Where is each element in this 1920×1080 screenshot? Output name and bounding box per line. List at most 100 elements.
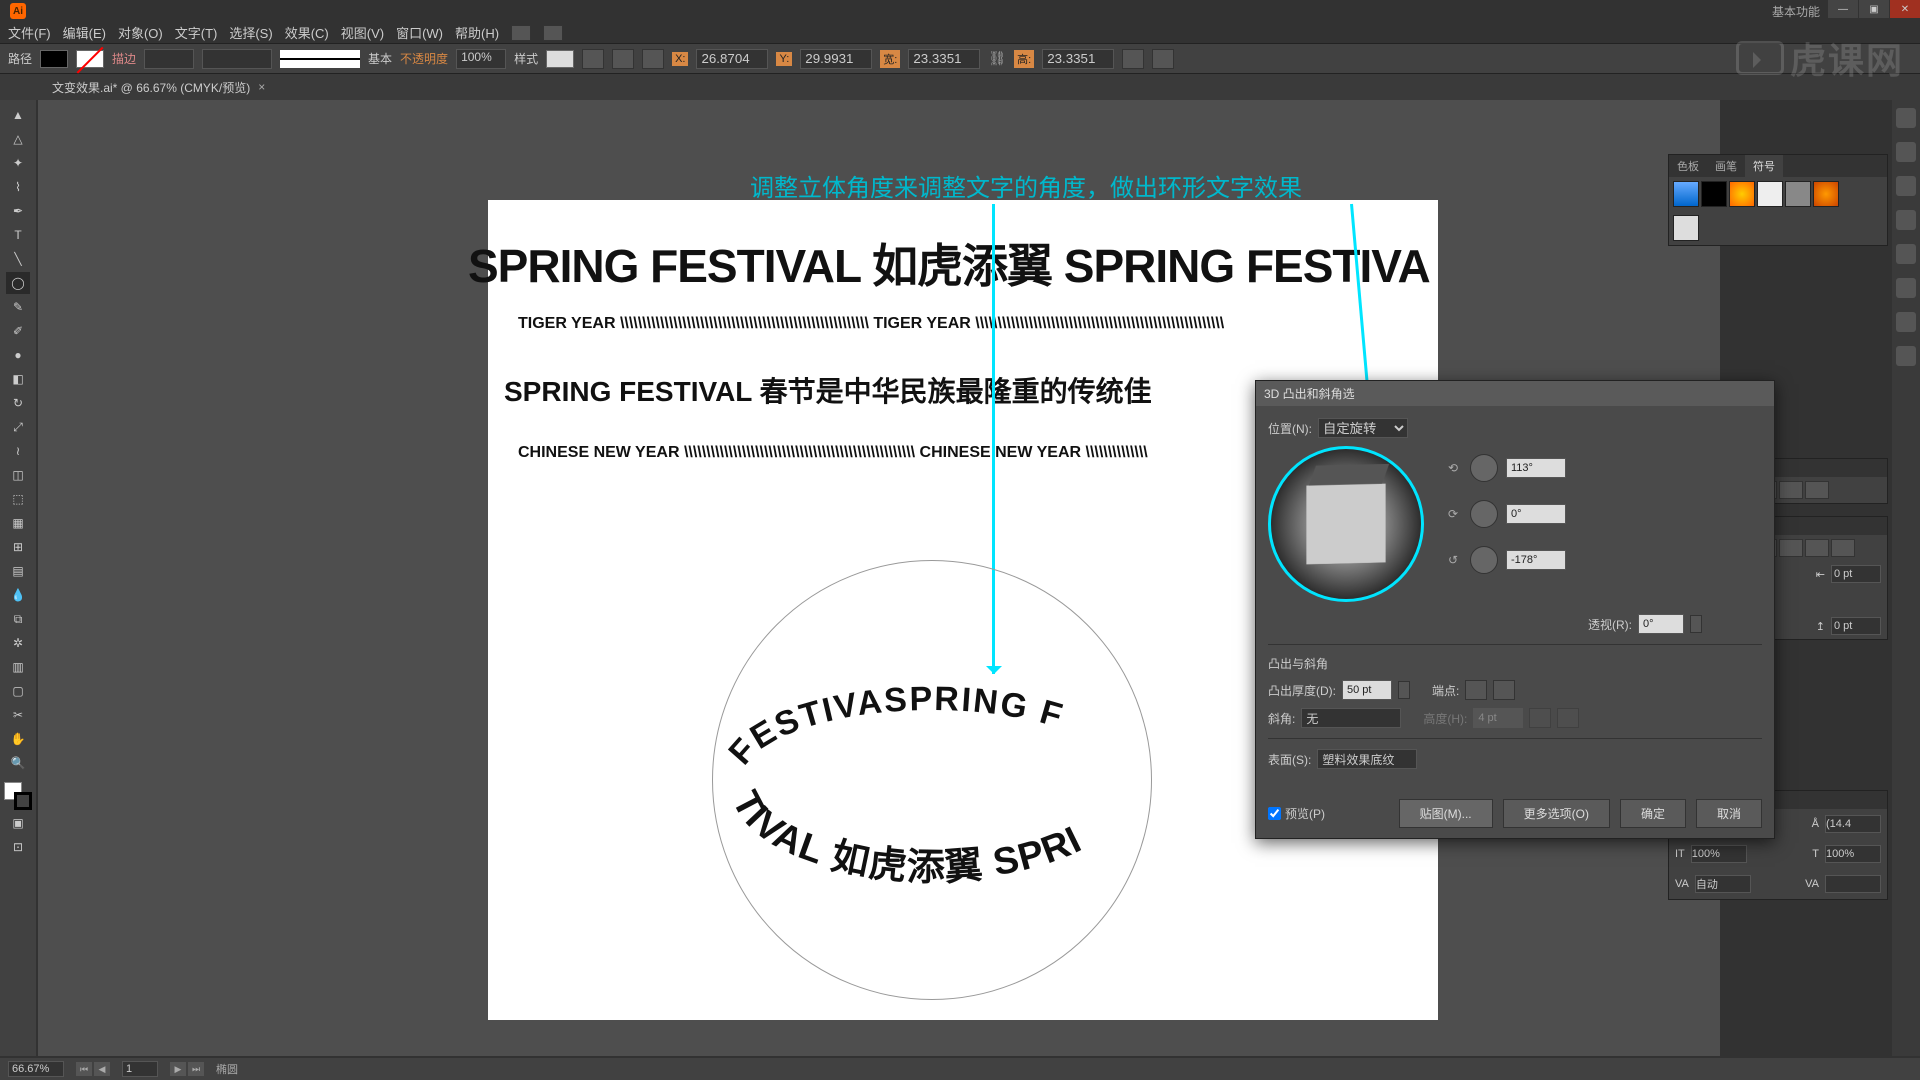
next-artboard-icon[interactable]: ▶ <box>170 1062 186 1076</box>
stroke-weight-dropdown[interactable] <box>144 49 194 69</box>
color-panel-icon[interactable] <box>1896 108 1916 128</box>
symbol-swatch-5[interactable] <box>1785 181 1811 207</box>
y-field[interactable] <box>800 49 872 69</box>
rotate-z-field[interactable] <box>1506 550 1566 570</box>
stroke-swatch[interactable] <box>76 50 104 68</box>
recolor-icon[interactable] <box>582 49 604 69</box>
menu-select[interactable]: 选择(S) <box>229 23 272 42</box>
more-options-button[interactable]: 更多选项(O) <box>1503 799 1610 828</box>
x-field[interactable] <box>696 49 768 69</box>
menu-file[interactable]: 文件(F) <box>8 23 51 42</box>
stroke-indicator-icon[interactable] <box>14 792 32 810</box>
cap-on-icon[interactable] <box>1465 680 1487 700</box>
perspective-stepper[interactable] <box>1690 615 1702 633</box>
ok-button[interactable]: 确定 <box>1620 799 1686 828</box>
zoom-field[interactable] <box>8 1061 64 1077</box>
fill-swatch[interactable] <box>40 50 68 68</box>
menu-view[interactable]: 视图(V) <box>341 23 384 42</box>
link-wh-icon[interactable]: ⛓ <box>988 50 1006 67</box>
symbol-swatch-6[interactable] <box>1813 181 1839 207</box>
shape-builder-tool[interactable]: ⬚ <box>6 488 30 510</box>
indent-right-field[interactable] <box>1831 565 1881 583</box>
rotate-x-field[interactable] <box>1506 458 1566 478</box>
perspective-field[interactable] <box>1638 614 1684 634</box>
shape-icon[interactable] <box>1122 49 1144 69</box>
document-tab[interactable]: 文变效果.ai* @ 66.67% (CMYK/预览) × <box>40 75 277 100</box>
artboard-tool[interactable]: ▢ <box>6 680 30 702</box>
space-after-field[interactable] <box>1831 617 1881 635</box>
blend-tool[interactable]: ⧉ <box>6 608 30 630</box>
menu-type[interactable]: 文字(T) <box>175 23 218 42</box>
rotate-tool[interactable]: ↻ <box>6 392 30 414</box>
selection-tool[interactable]: ▲ <box>6 104 30 126</box>
transparency-panel-icon[interactable] <box>1896 244 1916 264</box>
tracking-field[interactable] <box>1825 875 1881 893</box>
w-field[interactable] <box>908 49 980 69</box>
magic-wand-tool[interactable]: ✦ <box>6 152 30 174</box>
preview-checkbox[interactable]: 预览(P) <box>1268 805 1325 822</box>
menu-window[interactable]: 窗口(W) <box>396 23 443 42</box>
direct-selection-tool[interactable]: △ <box>6 128 30 150</box>
graphic-styles-panel-icon[interactable] <box>1896 312 1916 332</box>
slice-tool[interactable]: ✂ <box>6 704 30 726</box>
minimize-button[interactable]: — <box>1828 0 1858 18</box>
vscale-field[interactable] <box>1691 845 1747 863</box>
para-justify-all-icon[interactable] <box>1831 539 1855 557</box>
appearance-panel-icon[interactable] <box>1896 278 1916 298</box>
line-tool[interactable]: ╲ <box>6 248 30 270</box>
dialog-titlebar[interactable]: 3D 凸出和斜角选 <box>1256 381 1774 406</box>
surface-dropdown[interactable]: 塑料效果底纹 <box>1317 749 1417 769</box>
depth-field[interactable] <box>1342 680 1392 700</box>
hand-tool[interactable]: ✋ <box>6 728 30 750</box>
rotate-y-wheel[interactable] <box>1470 500 1498 528</box>
close-button[interactable]: ✕ <box>1890 0 1920 18</box>
para-justify-right-icon[interactable] <box>1805 539 1829 557</box>
width-tool[interactable]: ≀ <box>6 440 30 462</box>
mesh-tool[interactable]: ⊞ <box>6 536 30 558</box>
fill-stroke-indicator[interactable] <box>4 782 32 810</box>
depth-stepper[interactable] <box>1398 681 1410 699</box>
bevel-dropdown[interactable]: 无 <box>1301 708 1401 728</box>
position-dropdown[interactable]: 自定旋转 <box>1318 418 1408 438</box>
symbol-swatch-3[interactable] <box>1729 181 1755 207</box>
close-tab-icon[interactable]: × <box>258 80 265 94</box>
hscale-field[interactable] <box>1825 845 1881 863</box>
symbol-swatch-4[interactable] <box>1757 181 1783 207</box>
doc-layout-icon[interactable] <box>543 25 563 41</box>
type-tool[interactable]: T <box>6 224 30 246</box>
leading-field[interactable] <box>1825 815 1881 833</box>
perspective-tool[interactable]: ▦ <box>6 512 30 534</box>
doc-arrange-icon[interactable] <box>511 25 531 41</box>
rotate-y-field[interactable] <box>1506 504 1566 524</box>
artboard-number-field[interactable] <box>122 1061 158 1077</box>
symbol-swatch-1[interactable] <box>1673 181 1699 207</box>
pencil-tool[interactable]: ✐ <box>6 320 30 342</box>
h-field[interactable] <box>1042 49 1114 69</box>
style-swatch[interactable] <box>546 50 574 68</box>
kerning-field[interactable] <box>1695 875 1751 893</box>
gradient-tool[interactable]: ▤ <box>6 560 30 582</box>
swatches-tab[interactable]: 色板 <box>1669 155 1707 177</box>
menu-help[interactable]: 帮助(H) <box>455 23 499 42</box>
lasso-tool[interactable]: ⌇ <box>6 176 30 198</box>
pen-tool[interactable]: ✒ <box>6 200 30 222</box>
selected-ellipse-path[interactable] <box>712 560 1152 1000</box>
symbols-tab[interactable]: 符号 <box>1745 155 1783 177</box>
ellipse-tool[interactable]: ◯ <box>6 272 30 294</box>
workspace-selector[interactable]: 基本功能 <box>1772 3 1820 20</box>
first-artboard-icon[interactable]: ⏮ <box>76 1062 92 1076</box>
align-icon[interactable] <box>612 49 634 69</box>
map-art-button[interactable]: 贴图(M)... <box>1399 799 1493 828</box>
paintbrush-tool[interactable]: ✎ <box>6 296 30 318</box>
brush-preview[interactable] <box>280 50 360 68</box>
opacity-value[interactable]: 100% <box>456 49 506 69</box>
scale-tool[interactable]: ⤢ <box>6 416 30 438</box>
maximize-button[interactable]: ▣ <box>1859 0 1889 18</box>
gradient-panel-icon[interactable] <box>1896 210 1916 230</box>
menu-edit[interactable]: 编辑(E) <box>63 23 106 42</box>
blob-brush-tool[interactable]: ● <box>6 344 30 366</box>
opacity-label[interactable]: 不透明度 <box>400 50 448 67</box>
rotation-cube-widget[interactable] <box>1268 446 1424 602</box>
last-artboard-icon[interactable]: ⏭ <box>188 1062 204 1076</box>
color-guide-panel-icon[interactable] <box>1896 142 1916 162</box>
